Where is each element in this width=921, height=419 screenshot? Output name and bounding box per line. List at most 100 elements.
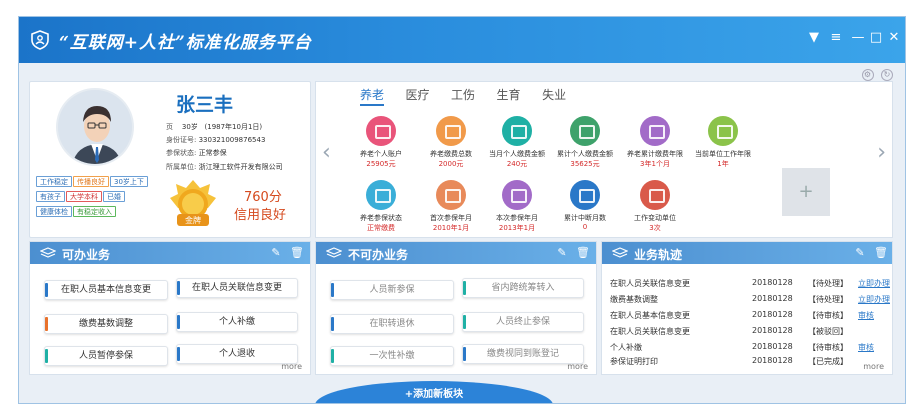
close-button[interactable]: ✕	[885, 29, 903, 47]
service-item[interactable]: 养老个人账户 25905元	[348, 116, 414, 169]
service-label: 养老参保状态	[360, 214, 402, 222]
id-value: 330321009876543	[198, 136, 266, 144]
panel-unavailable-business: 不可办业务 ✎ 🗑 人员新参保 省内跨统筹转入 在职转退休 人员终止参保 一次性…	[315, 241, 597, 375]
biz-button-disabled: 省内跨统筹转入	[462, 278, 584, 298]
service-value: 240元	[506, 160, 528, 168]
service-item[interactable]: 当前单位工作年限 1年	[690, 116, 756, 169]
biz-button-disabled: 人员终止参保	[462, 312, 584, 332]
app-window: “互联网+人社”标准化服务平台 ▼ ≡ — □ ✕ ⚙ ↻ 张三丰 页 30岁 …	[18, 16, 906, 404]
insurance-tabs: 养老 医疗 工伤 生育 失业	[360, 86, 584, 106]
biz-button-disabled: 一次性补缴	[330, 346, 454, 366]
biz-button[interactable]: 个人补缴	[176, 312, 298, 332]
settings-icon[interactable]: ⚙	[861, 69, 874, 81]
service-value: 正常缴费	[367, 224, 395, 232]
minimize-button[interactable]: —	[849, 29, 867, 47]
trash-icon[interactable]: 🗑	[874, 246, 888, 259]
service-item[interactable]: 工作变动单位 3次	[622, 180, 688, 233]
service-icon	[502, 180, 532, 210]
age-line: 页 30岁 (1987年10月1日)	[166, 122, 262, 132]
biz-button[interactable]: 在职人员基本信息变更	[44, 280, 168, 300]
service-icon	[640, 116, 670, 146]
service-item[interactable]: 养老参保状态 正常缴费	[348, 180, 414, 233]
skin-icon[interactable]: ▼	[805, 29, 823, 47]
panel-available-business: 可办业务 ✎ 🗑 在职人员基本信息变更 在职人员关联信息变更 缴费基数调整 个人…	[29, 241, 311, 375]
service-item[interactable]: 养老累计缴费年限 3年1个月	[622, 116, 688, 169]
service-label: 养老累计缴费年限	[627, 150, 683, 158]
service-item[interactable]: 当月个人缴费金额 240元	[484, 116, 550, 169]
service-label: 养老缴费总数	[430, 150, 472, 158]
app-title: “互联网+人社”标准化服务平台	[59, 33, 312, 53]
tab-maternity[interactable]: 生育	[497, 86, 521, 104]
track-name: 在职人员关联信息变更	[610, 327, 690, 336]
avatar	[56, 88, 134, 166]
tag: 有孩子	[36, 191, 65, 202]
service-icon	[366, 180, 396, 210]
track-action-link[interactable]: 立即办理	[858, 294, 890, 305]
track-name: 缴费基数调整	[610, 295, 658, 304]
track-name: 参保证明打印	[610, 357, 658, 366]
trash-icon[interactable]: 🗑	[290, 246, 304, 259]
service-value: 0	[582, 223, 588, 231]
employer-line: 所属单位: 浙江理工软件开发有限公司	[166, 162, 283, 172]
track-status: 【待处理】	[808, 295, 848, 304]
track-name: 在职人员关联信息变更	[610, 279, 690, 288]
credit-rating: 信用良好	[234, 208, 287, 223]
service-item[interactable]: 首次参保年月 2010年1月	[418, 180, 484, 233]
edit-icon[interactable]: ✎	[556, 246, 568, 259]
age-label: 页	[166, 123, 173, 131]
add-block-button[interactable]: +添加新板块	[315, 381, 553, 403]
service-icon	[708, 116, 738, 146]
service-label: 养老个人账户	[360, 150, 402, 158]
toolbar: ⚙ ↻	[858, 67, 893, 81]
refresh-icon[interactable]: ↻	[881, 69, 893, 81]
service-item[interactable]: 累计个人缴费金额 35625元	[552, 116, 618, 169]
more-link[interactable]: more	[863, 362, 884, 371]
more-link[interactable]: more	[281, 362, 302, 371]
tag: 工作稳定	[36, 176, 72, 187]
add-service-button[interactable]: +	[782, 168, 830, 216]
medal-text: 金牌	[185, 215, 201, 225]
panel-header: 不可办业务 ✎ 🗑	[316, 242, 596, 264]
biz-button[interactable]: 在职人员关联信息变更	[176, 278, 298, 298]
track-status: 【待审核】	[808, 343, 848, 352]
service-icon	[570, 180, 600, 210]
service-item[interactable]: 养老缴费总数 2000元	[418, 116, 484, 169]
service-label: 工作变动单位	[634, 214, 676, 222]
trash-icon[interactable]: 🗑	[576, 246, 590, 259]
tag: 大学本科	[66, 191, 102, 202]
chevron-right-icon[interactable]: ›	[877, 140, 886, 165]
tab-pension[interactable]: 养老	[360, 86, 385, 106]
layers-icon	[326, 247, 342, 258]
panel-business-track: 业务轨迹 ✎ 🗑 在职人员关联信息变更 20180128 【待处理】 立即办理 缴费基数…	[601, 241, 893, 375]
biz-button[interactable]: 个人退收	[176, 344, 298, 364]
service-icon	[436, 180, 466, 210]
track-action-link[interactable]: 审核	[858, 310, 874, 321]
edit-icon[interactable]: ✎	[270, 246, 282, 259]
service-value: 2000元	[438, 160, 464, 168]
tab-unemployment[interactable]: 失业	[542, 86, 566, 104]
service-item[interactable]: 本次参保年月 2013年1月	[484, 180, 550, 233]
panel-header: 可办业务 ✎ 🗑	[30, 242, 310, 264]
birth-value: (1987年10月1日)	[204, 123, 263, 131]
maximize-button[interactable]: □	[867, 29, 885, 47]
layers-icon	[40, 247, 56, 258]
chevron-left-icon[interactable]: ‹	[322, 140, 331, 165]
biz-button[interactable]: 缴费基数调整	[44, 314, 168, 334]
biz-button[interactable]: 人员暂停参保	[44, 346, 168, 366]
track-action-link[interactable]: 审核	[858, 342, 874, 353]
tab-injury[interactable]: 工伤	[451, 86, 475, 104]
menu-icon[interactable]: ≡	[827, 29, 845, 47]
service-label: 本次参保年月	[496, 214, 538, 222]
user-portrait-icon	[58, 90, 132, 164]
edit-icon[interactable]: ✎	[854, 246, 866, 259]
track-action-link[interactable]: 立即办理	[858, 278, 890, 289]
track-name: 个人补缴	[610, 343, 642, 352]
track-status: 【待审核】	[808, 311, 848, 320]
service-icon	[366, 116, 396, 146]
more-link[interactable]: more	[567, 362, 588, 371]
insurance-summary: 养老 医疗 工伤 生育 失业 ‹ › 养老个人账户 25905元 养老缴费总数 200…	[315, 81, 893, 238]
service-item[interactable]: 累计中断月数 0	[552, 180, 618, 231]
tab-medical[interactable]: 医疗	[406, 86, 430, 104]
panel-title: 可办业务	[62, 248, 111, 262]
profile-card: 张三丰 页 30岁 (1987年10月1日) 身份证号: 33032100987…	[29, 81, 311, 238]
